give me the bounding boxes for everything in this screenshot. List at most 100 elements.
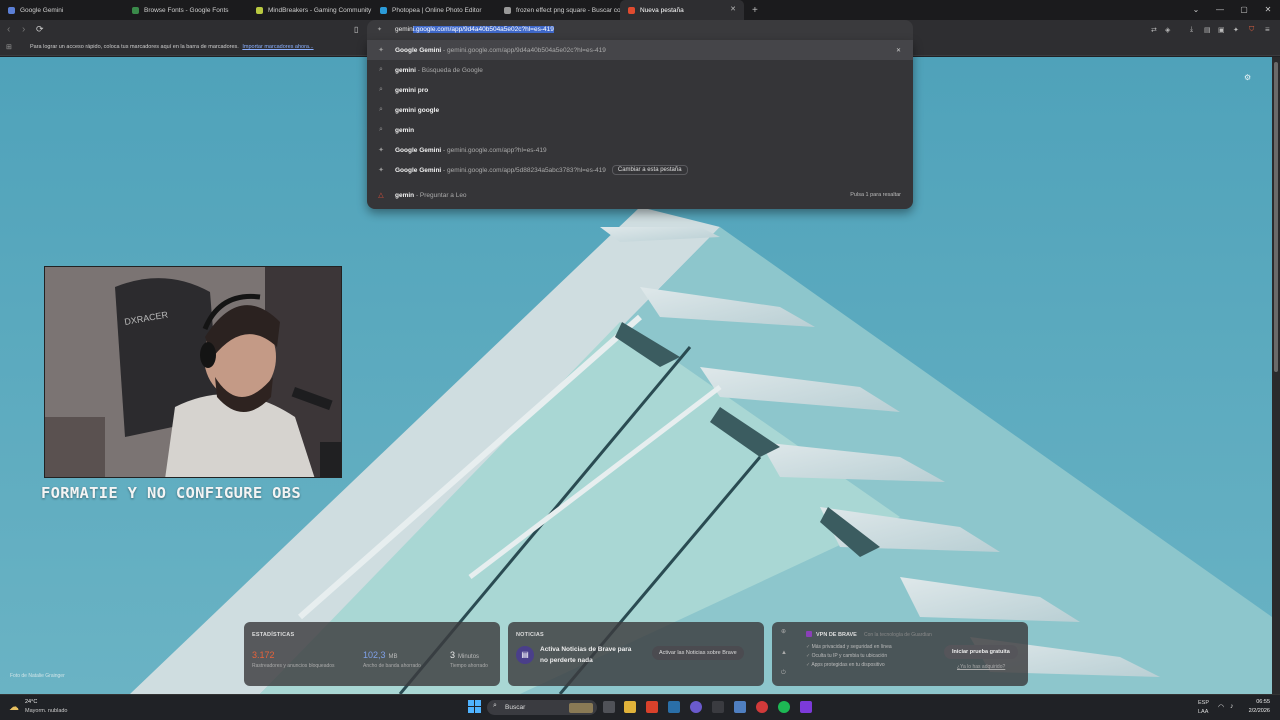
discord-icon[interactable] (690, 701, 702, 713)
weather-desc: Mayorm. nublado (25, 708, 68, 714)
clock-date[interactable]: 2/2/2026 (1249, 708, 1270, 714)
task-view-icon[interactable] (603, 701, 615, 713)
brave-shield-icon[interactable]: ⛉ (1249, 26, 1254, 34)
enable-news-button[interactable]: Activar las Noticias sobre Brave (652, 646, 744, 660)
chevron-down-icon[interactable]: ⌄ (1184, 0, 1208, 20)
search-icon: ⌕ (379, 106, 383, 113)
tab-label: Browse Fonts - Google Fonts (144, 6, 229, 14)
stat-unit: Minutos (458, 654, 480, 660)
omnibox-suggestion[interactable]: ✦ Google Gemini - gemini.google.com/app/9… (367, 40, 913, 60)
download-icon[interactable]: ⤓ (1190, 26, 1193, 34)
stat-label: Tiempo ahorrado (450, 663, 488, 669)
tab-favicon-icon (256, 6, 263, 14)
minimize-icon[interactable]: — (1208, 0, 1232, 20)
browser-tab[interactable]: Photopea | Online Photo Editor (372, 0, 496, 20)
browser-tab[interactable]: Nueva pestaña ✕ (620, 0, 744, 20)
vpn-already-link[interactable]: ¿Ya lo has adquirido? (957, 664, 1005, 670)
leo-hint: Pulsa 1 para resaltar (850, 192, 901, 198)
leo-icon[interactable]: ✦ (1233, 26, 1239, 34)
close-tab-icon[interactable]: ✕ (730, 5, 736, 13)
tab-strip: Google Gemini Browse Fonts - Google Fonts… (0, 0, 1280, 20)
remove-suggestion-icon[interactable]: ✕ (896, 47, 901, 54)
vpn-logo-icon (806, 631, 812, 637)
vpn-feature: ✓ Más privacidad y seguridad en línea (806, 644, 892, 650)
suggestion-match: Google Gemini (395, 166, 442, 174)
steam-icon[interactable] (668, 701, 680, 713)
omnibox-suggestion[interactable]: ⌕ gemini google (367, 100, 913, 120)
close-icon[interactable]: ✕ (1256, 0, 1280, 20)
omnibox-suggestion[interactable]: ⌕ gemini pro (367, 80, 913, 100)
omnibox-suggestion[interactable]: ⌕ gemin (367, 120, 913, 140)
omnibox-typed-text: gemin (395, 26, 413, 33)
tab-favicon-icon (380, 6, 387, 14)
vpn-feature-text: Apps protegidas en tu dispositivo (811, 662, 885, 668)
leo-suggestion[interactable]: △ gemin - Preguntar a Leo Pulsa 1 para r… (367, 185, 913, 205)
volume-icon[interactable]: ♪ (1230, 703, 1234, 710)
import-bookmarks-link[interactable]: Importar marcadores ahora... (242, 44, 313, 50)
photo-credit: Foto de Natalie Grainger (10, 673, 65, 679)
windows-start-icon[interactable] (468, 700, 481, 713)
search-placeholder: Buscar (505, 704, 526, 711)
settings-gear-icon[interactable]: ⚙ (1244, 73, 1251, 82)
vpn-power-icon: ⏻ (781, 670, 786, 676)
language-code[interactable]: ESP (1198, 700, 1209, 706)
omnibox-suggestions: ✦ Google Gemini - gemini.google.com/app/5… (367, 40, 913, 209)
forward-icon[interactable]: › (22, 24, 25, 35)
omnibox-suggestion[interactable]: ✦ Google Gemini - gemini.google.com/app?h… (367, 140, 913, 160)
keyboard-layout[interactable]: LAA (1198, 709, 1208, 715)
suggestion-detail: - gemini.google.com/app?hl=es-419 (441, 146, 547, 154)
browser-tab[interactable]: MindBreakers - Gaming Community (248, 0, 372, 20)
terminal-icon[interactable] (712, 701, 724, 713)
brave-browser-icon[interactable] (646, 701, 658, 713)
vpn-feature: ✓ Oculta tu IP y cambia tu ubicación (806, 653, 887, 659)
stat-value: 3 (450, 650, 456, 660)
file-explorer-icon[interactable] (624, 701, 636, 713)
clock-time[interactable]: 06:55 (1256, 699, 1270, 705)
vpn-brand: Guardian (911, 632, 932, 638)
wallet-icon[interactable]: ▣ (1218, 26, 1225, 34)
reload-icon[interactable]: ⟳ (36, 24, 44, 35)
maximize-icon[interactable]: ▢ (1232, 0, 1256, 20)
gemini-icon: ✦ (378, 47, 384, 54)
switch-to-tab-button[interactable]: Cambiar a esta pestaña (611, 165, 688, 175)
obs-icon[interactable] (756, 701, 768, 713)
stat-item: 3.172 Rastreadores y anuncios bloqueados (252, 650, 335, 669)
tab-label: Google Gemini (20, 6, 64, 14)
omnibox-suggestion[interactable]: ⌕ gemini - Búsqueda de Google (367, 60, 913, 80)
extension-icon[interactable]: ◈ (1165, 26, 1170, 34)
menu-icon[interactable]: ≡ (1265, 25, 1270, 34)
stat-unit: MB (388, 654, 398, 660)
suggestion-detail: - Búsqueda de Google (415, 66, 483, 74)
address-bar[interactable]: ✦ gemini.google.com/app/9d4a40b504a5e02c… (367, 20, 913, 40)
weather-icon: ☁ (9, 702, 19, 713)
omnibox-suggestion[interactable]: ✦ Google Gemini - gemini.google.com/app/5… (367, 160, 913, 180)
spotify-icon[interactable] (778, 701, 790, 713)
tab-favicon-icon (8, 6, 15, 14)
new-tab-icon[interactable]: + (752, 5, 758, 16)
wifi-icon[interactable]: ◠ (1218, 703, 1224, 711)
share-icon[interactable]: ⇄ (1151, 26, 1157, 34)
stats-card: ESTADÍSTICAS 3.172 Rastreadores y anuncio… (244, 622, 500, 686)
sidebar-icon[interactable]: ▤ (1204, 26, 1211, 34)
browser-tab[interactable]: Google Gemini (0, 0, 124, 20)
gemini-icon: ✦ (378, 167, 384, 174)
twitch-icon[interactable] (800, 701, 812, 713)
vpn-card: ⊕ ▲ ⏻ VPN DE BRAVE Con la tecnología de … (772, 622, 1028, 686)
scrollbar-thumb[interactable] (1274, 62, 1278, 372)
suggestion-match: Google Gemini (395, 146, 442, 154)
streamer-webcam-image: DXRACER (45, 267, 341, 477)
notepad-icon[interactable] (734, 701, 746, 713)
apps-grid-icon[interactable]: ⊞ (6, 43, 12, 51)
suggestion-detail: - gemini.google.com/app/9d4a40b504a5e02c… (441, 46, 606, 54)
vpn-warning-icon: ▲ (781, 650, 787, 656)
browser-tab[interactable]: Browse Fonts - Google Fonts (124, 0, 248, 20)
tab-label: frozen effect png square - Buscar co (516, 6, 620, 14)
bookmark-icon[interactable]: ▯ (354, 25, 358, 34)
leo-query: gemin (395, 191, 415, 199)
suggestion-match: gemini google (395, 106, 440, 114)
leo-label: - Preguntar a Leo (414, 191, 467, 199)
browser-tab[interactable]: frozen effect png square - Buscar co (496, 0, 620, 20)
vpn-trial-button[interactable]: Iniciar prueba gratuita (944, 645, 1018, 659)
stat-item: 3 Minutos Tiempo ahorrado (450, 650, 488, 669)
back-icon[interactable]: ‹ (7, 24, 10, 35)
